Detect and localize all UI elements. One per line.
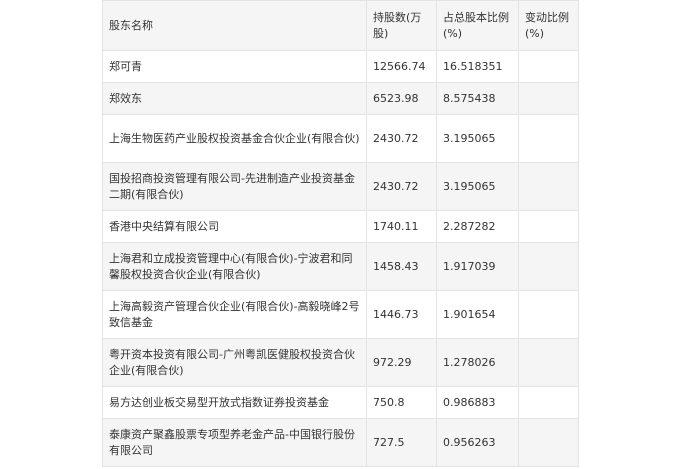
cell-name: 上海君和立成投资管理中心(有限合伙)-宁波君和同馨股权投资合伙企业(有限合伙) [102, 242, 367, 291]
cell-change [518, 290, 579, 339]
cell-name: 易方达创业板交易型开放式指数证券投资基金 [102, 386, 367, 419]
shareholder-table: 股东名称 持股数(万股) 占总股本比例(%) 变动比例(%) 郑可青 12566… [102, 0, 579, 467]
shareholder-table-container: 股东名称 持股数(万股) 占总股本比例(%) 变动比例(%) 郑可青 12566… [102, 0, 579, 467]
cell-change [518, 114, 579, 163]
cell-name: 上海高毅资产管理合伙企业(有限合伙)-高毅晓峰2号致信基金 [102, 290, 367, 339]
table-header-row: 股东名称 持股数(万股) 占总股本比例(%) 变动比例(%) [102, 0, 579, 51]
header-shares: 持股数(万股) [366, 0, 437, 51]
cell-ratio: 1.901654 [436, 290, 519, 339]
cell-name: 郑可青 [102, 50, 367, 83]
cell-change [518, 386, 579, 419]
cell-shares: 1446.73 [366, 290, 437, 339]
cell-ratio: 3.195065 [436, 114, 519, 163]
table-row: 上海高毅资产管理合伙企业(有限合伙)-高毅晓峰2号致信基金 1446.73 1.… [102, 290, 579, 339]
cell-change [518, 162, 579, 211]
table-row: 国投招商投资管理有限公司-先进制造产业投资基金二期(有限合伙) 2430.72 … [102, 162, 579, 211]
cell-ratio: 1.917039 [436, 242, 519, 291]
table-row: 上海生物医药产业股权投资基金合伙企业(有限合伙) 2430.72 3.19506… [102, 114, 579, 163]
cell-shares: 727.5 [366, 418, 437, 467]
cell-shares: 2430.72 [366, 162, 437, 211]
cell-ratio: 0.986883 [436, 386, 519, 419]
cell-change [518, 338, 579, 387]
cell-ratio: 1.278026 [436, 338, 519, 387]
table-row: 香港中央结算有限公司 1740.11 2.287282 [102, 210, 579, 243]
cell-shares: 2430.72 [366, 114, 437, 163]
cell-ratio: 2.287282 [436, 210, 519, 243]
cell-ratio: 16.518351 [436, 50, 519, 83]
cell-name: 国投招商投资管理有限公司-先进制造产业投资基金二期(有限合伙) [102, 162, 367, 211]
cell-ratio: 3.195065 [436, 162, 519, 211]
cell-name: 泰康资产聚鑫股票专项型养老金产品-中国银行股份有限公司 [102, 418, 367, 467]
table-row: 易方达创业板交易型开放式指数证券投资基金 750.8 0.986883 [102, 386, 579, 419]
cell-ratio: 8.575438 [436, 82, 519, 115]
cell-shares: 750.8 [366, 386, 437, 419]
cell-change [518, 50, 579, 83]
table-row: 郑效东 6523.98 8.575438 [102, 82, 579, 115]
cell-change [518, 82, 579, 115]
cell-ratio: 0.956263 [436, 418, 519, 467]
cell-shares: 6523.98 [366, 82, 437, 115]
table-row: 粤开资本投资有限公司-广州粤凯医健股权投资合伙企业(有限合伙) 972.29 1… [102, 338, 579, 387]
cell-shares: 1740.11 [366, 210, 437, 243]
header-shareholder-name: 股东名称 [102, 0, 367, 51]
cell-name: 郑效东 [102, 82, 367, 115]
header-change: 变动比例(%) [518, 0, 579, 51]
cell-change [518, 242, 579, 291]
header-ratio: 占总股本比例(%) [436, 0, 519, 51]
table-row: 上海君和立成投资管理中心(有限合伙)-宁波君和同馨股权投资合伙企业(有限合伙) … [102, 242, 579, 291]
cell-shares: 12566.74 [366, 50, 437, 83]
cell-shares: 1458.43 [366, 242, 437, 291]
cell-shares: 972.29 [366, 338, 437, 387]
cell-change [518, 418, 579, 467]
table-row: 郑可青 12566.74 16.518351 [102, 50, 579, 83]
table-row: 泰康资产聚鑫股票专项型养老金产品-中国银行股份有限公司 727.5 0.9562… [102, 418, 579, 467]
cell-name: 香港中央结算有限公司 [102, 210, 367, 243]
cell-name: 粤开资本投资有限公司-广州粤凯医健股权投资合伙企业(有限合伙) [102, 338, 367, 387]
cell-change [518, 210, 579, 243]
cell-name: 上海生物医药产业股权投资基金合伙企业(有限合伙) [102, 114, 367, 163]
